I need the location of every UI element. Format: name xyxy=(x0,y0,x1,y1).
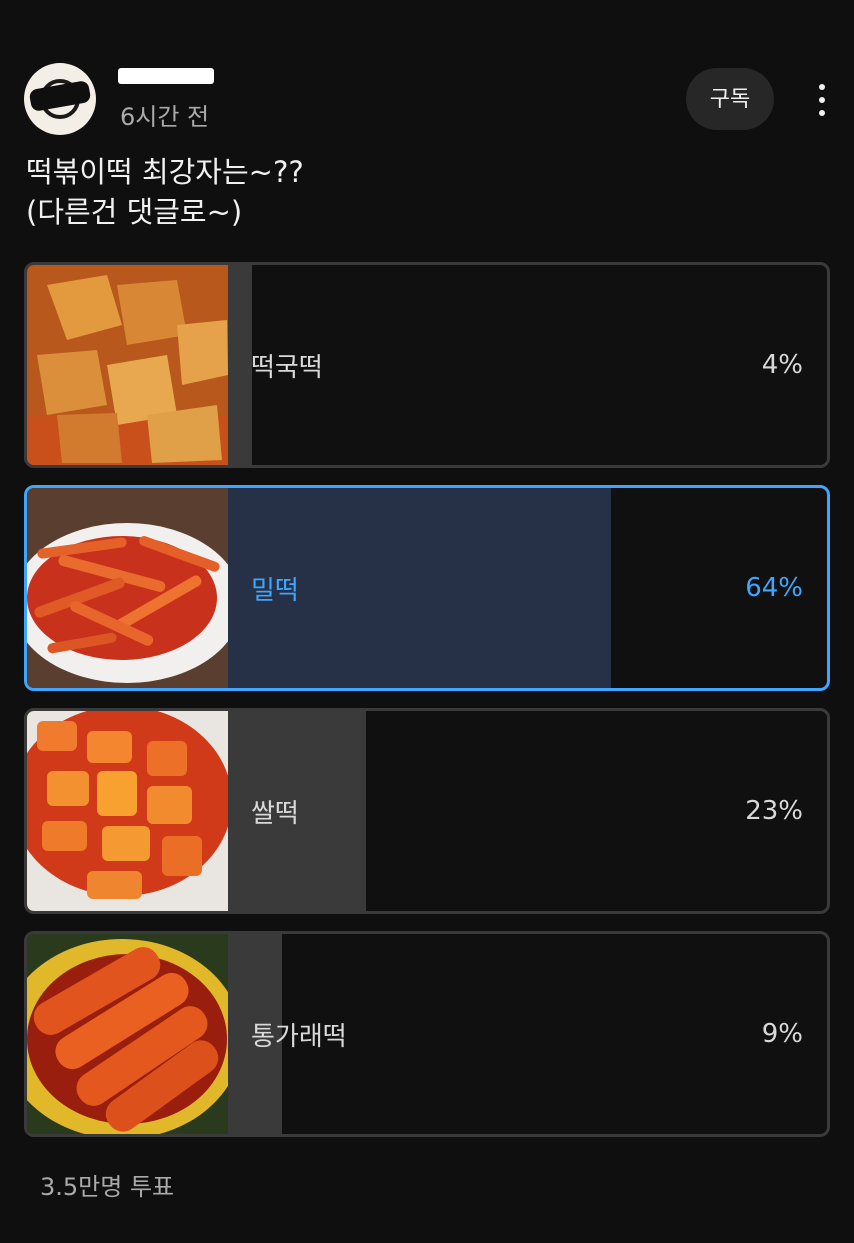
poll-option-image xyxy=(27,711,228,911)
poll-option-label: 통가래떡 xyxy=(251,1021,347,1052)
channel-avatar[interactable] xyxy=(24,63,96,135)
poll-option-bar xyxy=(228,265,252,465)
poll-option-0[interactable]: 떡국떡 4% xyxy=(24,262,830,468)
poll-option-percent: 23% xyxy=(745,796,803,826)
post-text-line: (다른건 댓글로~) xyxy=(26,195,243,229)
poll-option-percent: 64% xyxy=(745,573,803,603)
subscribe-button[interactable]: 구독 xyxy=(686,68,774,130)
post-time: 6시간 전 xyxy=(120,103,210,131)
poll-option-image xyxy=(27,934,228,1134)
post-header: 6시간 전 구독 xyxy=(0,0,854,140)
poll-option-label: 밀떡 xyxy=(251,575,299,606)
channel-name[interactable] xyxy=(118,64,214,88)
poll-option-label: 쌀떡 xyxy=(251,798,299,829)
poll-option-2[interactable]: 쌀떡 23% xyxy=(24,708,830,914)
poll-option-label: 떡국떡 xyxy=(251,352,323,383)
poll-option-3[interactable]: 통가래떡 9% xyxy=(24,931,830,1137)
redacted-name xyxy=(118,68,214,84)
poll-option-image xyxy=(27,265,228,465)
poll-option-percent: 4% xyxy=(761,350,803,380)
poll-option-percent: 9% xyxy=(761,1019,803,1049)
poll-option-1[interactable]: 밀떡 64% xyxy=(24,485,830,691)
vote-count: 3.5만명 투표 xyxy=(40,1173,175,1201)
post-text-line: 떡볶이떡 최강자는~?? xyxy=(26,155,304,189)
poll-option-image xyxy=(27,488,228,688)
post-text: 떡볶이떡 최강자는~?? (다른건 댓글로~) xyxy=(26,152,806,232)
more-options-icon[interactable] xyxy=(806,80,838,120)
